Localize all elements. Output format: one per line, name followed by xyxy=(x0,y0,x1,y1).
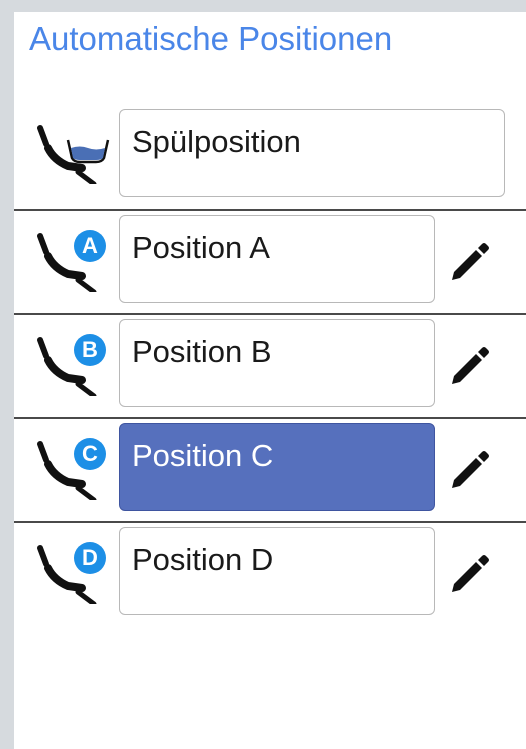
position-d-field[interactable]: Position D xyxy=(119,527,435,615)
position-badge-a: A xyxy=(74,230,106,262)
pencil-icon[interactable] xyxy=(448,550,492,594)
position-row-b[interactable]: B Position B xyxy=(14,314,526,419)
rinse-position-field[interactable]: Spülposition xyxy=(119,109,505,197)
pencil-icon[interactable] xyxy=(448,342,492,386)
position-row-d[interactable]: D Position D xyxy=(14,522,526,625)
page-title: Automatische Positionen xyxy=(29,20,393,57)
position-badge-d: D xyxy=(74,542,106,574)
position-c-field[interactable]: Position C xyxy=(119,423,435,511)
positions-panel: Automatische Positionen Spülposition A P… xyxy=(14,12,526,749)
rinse-basin-icon xyxy=(66,139,110,164)
app-frame: Automatische Positionen Spülposition A P… xyxy=(0,0,526,749)
position-row-a[interactable]: A Position A xyxy=(14,210,526,315)
pencil-icon[interactable] xyxy=(448,446,492,490)
position-a-field[interactable]: Position A xyxy=(119,215,435,303)
position-badge-b: B xyxy=(74,334,106,366)
rinse-position-row[interactable]: Spülposition xyxy=(14,106,526,211)
pencil-icon[interactable] xyxy=(448,238,492,282)
position-b-field[interactable]: Position B xyxy=(119,319,435,407)
position-row-c[interactable]: C Position C xyxy=(14,418,526,523)
position-badge-c: C xyxy=(74,438,106,470)
